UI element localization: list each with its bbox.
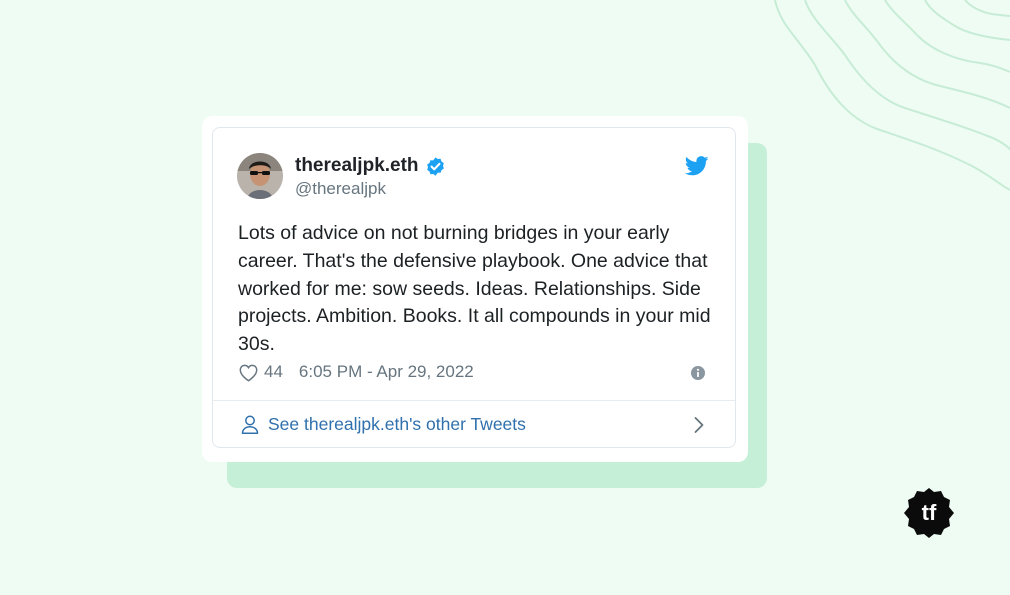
tweet-text: Lots of advice on not burning bridges in…: [238, 222, 711, 356]
tweet-meta: 44 6:05 PM - Apr 29, 2022: [238, 362, 474, 382]
info-icon[interactable]: [691, 366, 705, 380]
user-icon: [241, 415, 259, 434]
see-other-tweets-link[interactable]: See therealjpk.eth's other Tweets: [241, 414, 526, 435]
twitter-bird-icon[interactable]: [685, 156, 709, 176]
like-count[interactable]: 44: [264, 362, 283, 382]
svg-text:tf: tf: [922, 500, 937, 525]
tweet-timestamp[interactable]: 6:05 PM - Apr 29, 2022: [299, 362, 474, 382]
heart-icon[interactable]: [238, 363, 259, 382]
avatar[interactable]: [237, 153, 283, 199]
author-handle[interactable]: @therealjpk: [295, 179, 386, 199]
author-name[interactable]: therealjpk.eth: [295, 155, 419, 177]
verified-badge-icon: [426, 156, 444, 176]
see-other-tweets-label[interactable]: See therealjpk.eth's other Tweets: [268, 414, 526, 435]
divider: [213, 400, 735, 401]
chevron-right-icon[interactable]: [693, 416, 705, 434]
tweet-embed[interactable]: therealjpk.eth @therealjpk Lots of advic…: [212, 127, 736, 448]
tf-logo: tf: [904, 488, 954, 538]
